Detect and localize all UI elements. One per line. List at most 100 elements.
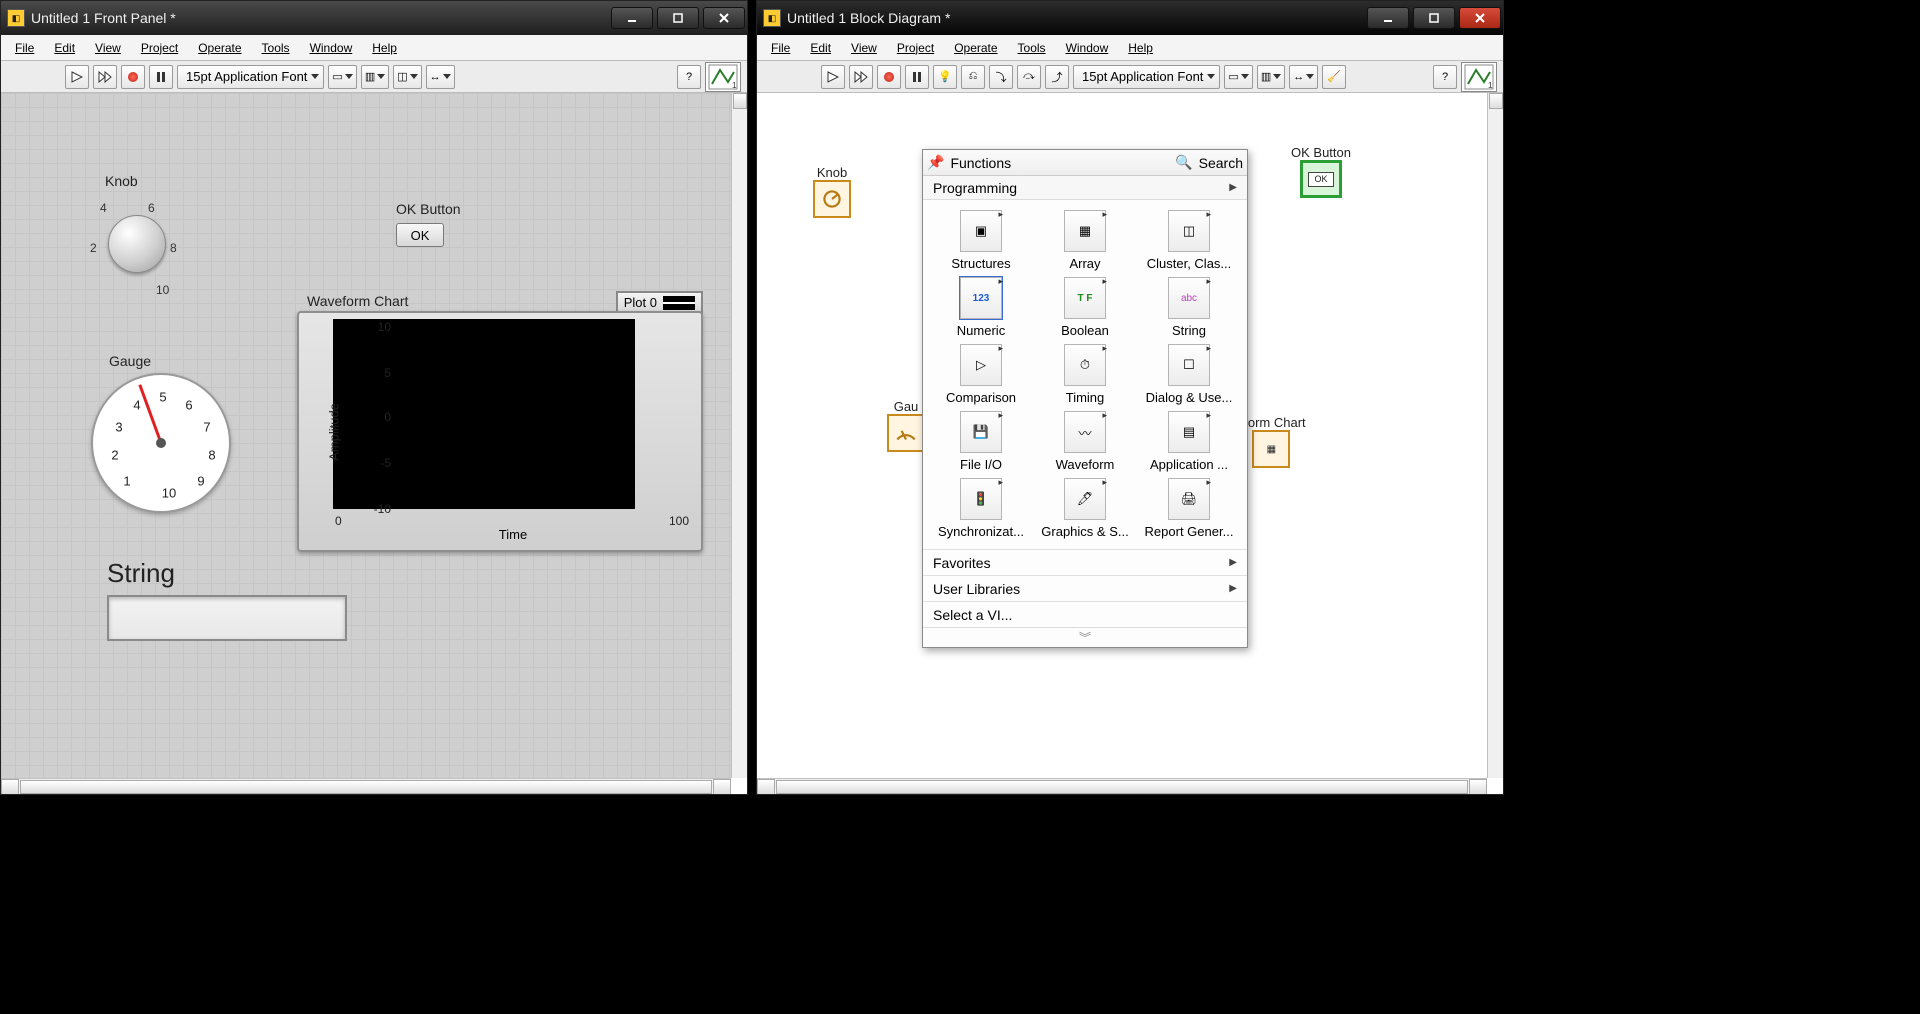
gauge-terminal[interactable]: Gau [887, 399, 925, 452]
close-button[interactable] [1459, 7, 1501, 29]
front-grid-canvas[interactable]: Knob 2 4 6 8 10 OK Button OK Gauge 1 2 [1, 93, 731, 778]
menu-operate[interactable]: Operate [188, 35, 251, 60]
functions-palette[interactable]: 📌 Functions 🔍 Search Programming ▶ ▣Stru… [922, 149, 1248, 648]
palette-item-timing[interactable]: ⏱Timing [1035, 344, 1135, 405]
reorder-button[interactable]: ↔ [1289, 65, 1318, 89]
cleanup-button[interactable]: 🧹 [1322, 65, 1346, 89]
palette-item-fileio[interactable]: 💾File I/O [931, 411, 1031, 472]
menu-file[interactable]: File [761, 35, 800, 60]
string-label: String [107, 558, 347, 589]
reorder-button[interactable]: ↔ [426, 65, 455, 89]
menu-edit[interactable]: Edit [800, 35, 841, 60]
palette-header[interactable]: 📌 Functions 🔍 Search [923, 150, 1247, 176]
palette-item-comparison[interactable]: ▷Comparison [931, 344, 1031, 405]
align-button[interactable]: ▭ [328, 65, 356, 89]
vi-connector-icon[interactable]: 1 [705, 62, 741, 92]
step-into-button[interactable]: ⤵ [989, 65, 1013, 89]
palette-item-structures[interactable]: ▣Structures [931, 210, 1031, 271]
block-menubar: File Edit View Project Operate Tools Win… [757, 35, 1503, 61]
run-button[interactable] [65, 65, 89, 89]
palette-category-programming[interactable]: Programming ▶ [923, 176, 1247, 200]
knob-dial[interactable] [108, 215, 166, 273]
menu-edit[interactable]: Edit [44, 35, 85, 60]
vi-connector-icon[interactable]: 1 [1461, 62, 1497, 92]
menu-tools[interactable]: Tools [252, 35, 300, 60]
palette-item-application[interactable]: ▤Application ... [1139, 411, 1239, 472]
ok-button[interactable]: OK [396, 223, 444, 247]
palette-item-waveform[interactable]: 〰Waveform [1035, 411, 1135, 472]
highlight-execution-button[interactable]: 💡 [933, 65, 957, 89]
align-button[interactable]: ▭ [1224, 65, 1252, 89]
step-over-button[interactable]: ⤼ [1017, 65, 1041, 89]
minimize-button[interactable] [1367, 7, 1409, 29]
menu-help[interactable]: Help [362, 35, 407, 60]
knob-control[interactable]: 2 4 6 8 10 [86, 183, 206, 303]
waveform-ylabel: Amplitude [326, 403, 341, 461]
palette-row-select-vi[interactable]: Select a VI... [923, 601, 1247, 627]
palette-collapse-handle[interactable]: ︾ [923, 627, 1247, 647]
run-button[interactable] [821, 65, 845, 89]
gauge-control[interactable]: Gauge 1 2 3 4 5 6 7 8 9 10 [91, 353, 231, 513]
menu-window[interactable]: Window [1056, 35, 1119, 60]
run-continuously-button[interactable] [849, 65, 873, 89]
font-selector[interactable]: 15pt Application Font [177, 65, 324, 89]
menu-window[interactable]: Window [300, 35, 363, 60]
menu-view[interactable]: View [85, 35, 131, 60]
palette-item-graphics[interactable]: 🖊Graphics & S... [1035, 478, 1135, 539]
knob-terminal-label: Knob [817, 165, 847, 180]
menu-tools[interactable]: Tools [1008, 35, 1056, 60]
menu-project[interactable]: Project [131, 35, 188, 60]
ok-button-terminal-icon: OK [1300, 160, 1342, 198]
menu-help[interactable]: Help [1118, 35, 1163, 60]
front-vertical-scrollbar[interactable] [731, 93, 747, 778]
run-continuously-button[interactable] [93, 65, 117, 89]
palette-item-string[interactable]: abcString [1139, 277, 1239, 338]
minimize-button[interactable] [611, 7, 653, 29]
resize-button[interactable]: ◫ [393, 65, 421, 89]
labview-app-icon: ◧ [7, 9, 25, 27]
menu-project[interactable]: Project [887, 35, 944, 60]
help-button[interactable]: ? [1433, 65, 1457, 89]
ok-button-terminal[interactable]: OK Button OK [1291, 145, 1351, 198]
close-button[interactable] [703, 7, 745, 29]
block-horizontal-scrollbar[interactable] [757, 778, 1487, 794]
pause-button[interactable] [149, 65, 173, 89]
palette-item-report[interactable]: 🖨Report Gener... [1139, 478, 1239, 539]
block-vertical-scrollbar[interactable] [1487, 93, 1503, 778]
knob-terminal[interactable]: Knob [813, 165, 851, 218]
palette-row-user-libraries[interactable]: User Libraries▶ [923, 575, 1247, 601]
pin-icon[interactable]: 📌 [927, 154, 944, 171]
search-icon[interactable]: 🔍 [1175, 154, 1192, 171]
font-selector[interactable]: 15pt Application Font [1073, 65, 1220, 89]
menu-view[interactable]: View [841, 35, 887, 60]
abort-button[interactable] [877, 65, 901, 89]
maximize-button[interactable] [657, 7, 699, 29]
palette-row-favorites[interactable]: Favorites▶ [923, 549, 1247, 575]
palette-item-boolean[interactable]: T FBoolean [1035, 277, 1135, 338]
palette-item-array[interactable]: ▦Array [1035, 210, 1135, 271]
menu-file[interactable]: File [5, 35, 44, 60]
palette-item-synchronization[interactable]: 🚦Synchronizat... [931, 478, 1031, 539]
distribute-button[interactable]: ▥ [1257, 65, 1285, 89]
retain-wire-values-button[interactable]: ⎌ [961, 65, 985, 89]
gauge-dial[interactable]: 1 2 3 4 5 6 7 8 9 10 [91, 373, 231, 513]
maximize-button[interactable] [1413, 7, 1455, 29]
string-input[interactable] [107, 595, 347, 641]
palette-item-cluster[interactable]: ◫Cluster, Clas... [1139, 210, 1239, 271]
palette-search-label[interactable]: Search [1199, 155, 1243, 171]
help-button[interactable]: ? [677, 65, 701, 89]
block-titlebar[interactable]: ◧ Untitled 1 Block Diagram * [757, 1, 1503, 35]
block-toolbar: 💡 ⎌ ⤵ ⤼ ⤴ 15pt Application Font ▭ ▥ ↔ 🧹 … [757, 61, 1503, 93]
waveform-plot-area[interactable] [333, 319, 635, 509]
palette-item-numeric[interactable]: 123Numeric [931, 277, 1031, 338]
palette-item-dialog[interactable]: ☐Dialog & Use... [1139, 344, 1239, 405]
waveform-chart-control[interactable]: Plot 0 Waveform Chart 10 5 0 -5 -10 0 10… [297, 293, 703, 552]
step-out-button[interactable]: ⤴ [1045, 65, 1069, 89]
pause-button[interactable] [905, 65, 929, 89]
block-canvas[interactable]: Knob Gau OK Button OK ef [757, 93, 1487, 778]
distribute-button[interactable]: ▥ [361, 65, 389, 89]
abort-button[interactable] [121, 65, 145, 89]
front-horizontal-scrollbar[interactable] [1, 778, 731, 794]
front-titlebar[interactable]: ◧ Untitled 1 Front Panel * [1, 1, 747, 35]
menu-operate[interactable]: Operate [944, 35, 1007, 60]
